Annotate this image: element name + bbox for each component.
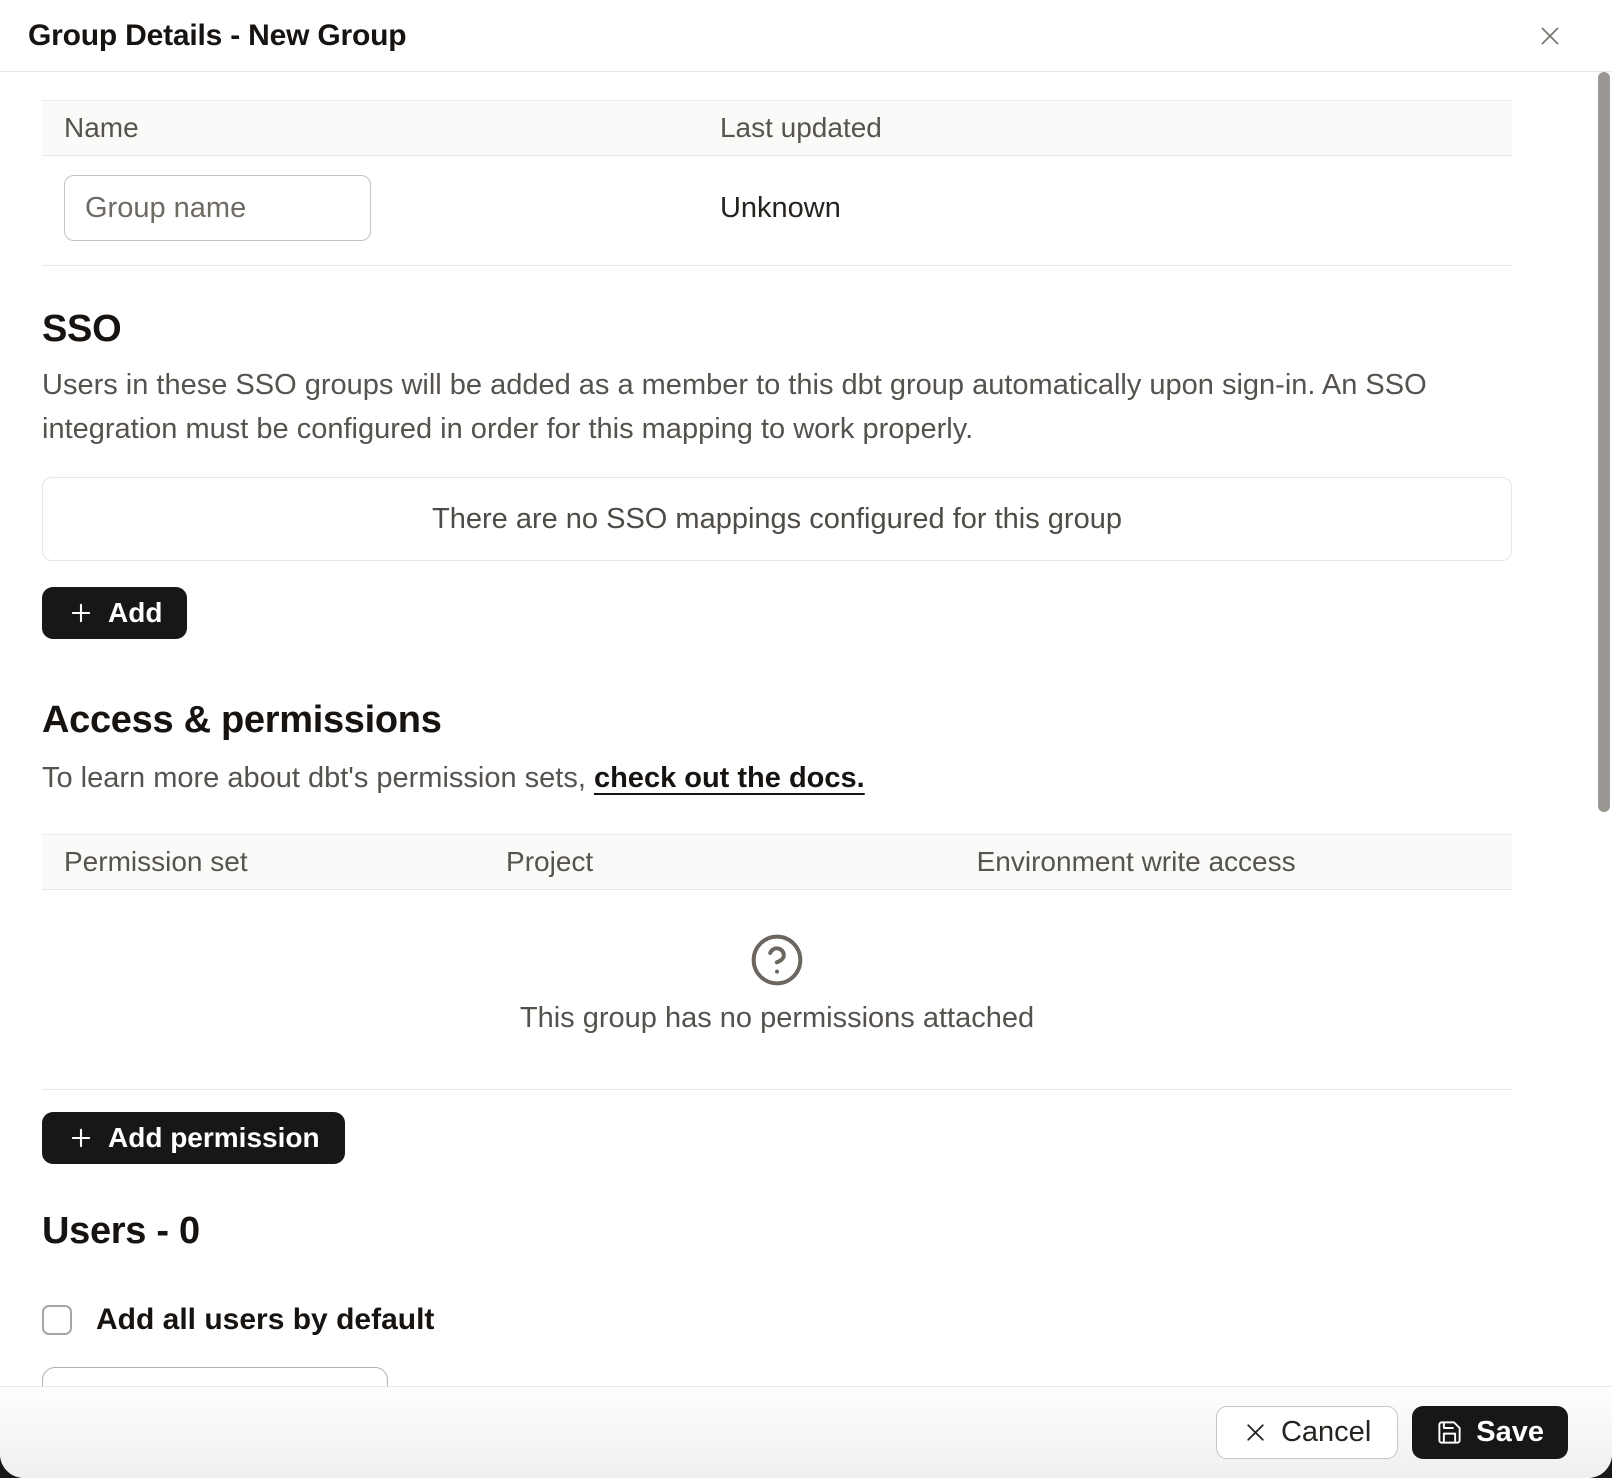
- add-sso-button-label: Add: [108, 597, 162, 629]
- group-name-table-header: Name Last updated: [42, 100, 1512, 156]
- sso-empty-state: There are no SSO mappings configured for…: [42, 477, 1512, 561]
- users-heading: Users - 0: [42, 1210, 1512, 1253]
- permissions-description: To learn more about dbt's permission set…: [42, 756, 1512, 800]
- add-permission-button[interactable]: Add permission: [42, 1112, 345, 1164]
- column-header-name: Name: [64, 112, 720, 144]
- column-header-project: Project: [506, 846, 977, 878]
- permissions-description-text: To learn more about dbt's permission set…: [42, 762, 594, 794]
- add-all-users-row[interactable]: Add all users by default: [42, 1303, 1512, 1337]
- group-name-table: Name Last updated Unknown: [42, 100, 1512, 266]
- save-button-label: Save: [1476, 1416, 1544, 1449]
- docs-link[interactable]: check out the docs.: [594, 762, 865, 794]
- close-icon: [1537, 23, 1563, 49]
- add-all-users-checkbox[interactable]: [42, 1305, 72, 1335]
- group-name-input[interactable]: [64, 175, 371, 241]
- sso-heading: SSO: [42, 308, 1512, 351]
- plus-icon: [67, 599, 95, 627]
- sso-description: Users in these SSO groups will be added …: [42, 363, 1512, 451]
- save-button[interactable]: Save: [1412, 1406, 1568, 1459]
- add-sso-mapping-button[interactable]: Add: [42, 587, 187, 639]
- group-details-modal: Group Details - New Group Name Last upda…: [0, 0, 1612, 1478]
- column-header-last-updated: Last updated: [720, 112, 1490, 144]
- table-row: Unknown: [42, 156, 1512, 265]
- x-icon: [1243, 1420, 1268, 1445]
- permissions-empty-message: This group has no permissions attached: [520, 1002, 1034, 1035]
- modal-header: Group Details - New Group: [0, 0, 1612, 72]
- plus-icon: [67, 1124, 95, 1152]
- permissions-table-header: Permission set Project Environment write…: [42, 834, 1512, 890]
- column-header-environment-write-access: Environment write access: [977, 846, 1490, 878]
- close-button[interactable]: [1530, 16, 1570, 56]
- last-updated-value: Unknown: [720, 192, 1490, 225]
- column-header-permission-set: Permission set: [64, 846, 506, 878]
- add-all-users-label: Add all users by default: [96, 1303, 434, 1337]
- sso-empty-message: There are no SSO mappings configured for…: [432, 503, 1122, 536]
- modal-title: Group Details - New Group: [28, 19, 406, 53]
- save-disk-icon: [1436, 1419, 1463, 1446]
- permissions-table: Permission set Project Environment write…: [42, 834, 1512, 1090]
- modal-footer: Cancel Save: [0, 1386, 1612, 1478]
- cancel-button[interactable]: Cancel: [1216, 1406, 1398, 1459]
- cancel-button-label: Cancel: [1281, 1416, 1371, 1449]
- permissions-empty-state: This group has no permissions attached: [42, 890, 1512, 1089]
- add-permission-button-label: Add permission: [108, 1122, 320, 1154]
- modal-content: Name Last updated Unknown SSO Users in t…: [0, 72, 1612, 1433]
- vertical-scrollbar[interactable]: [1598, 72, 1610, 812]
- help-circle-icon: [749, 932, 805, 988]
- permissions-heading: Access & permissions: [42, 699, 1512, 742]
